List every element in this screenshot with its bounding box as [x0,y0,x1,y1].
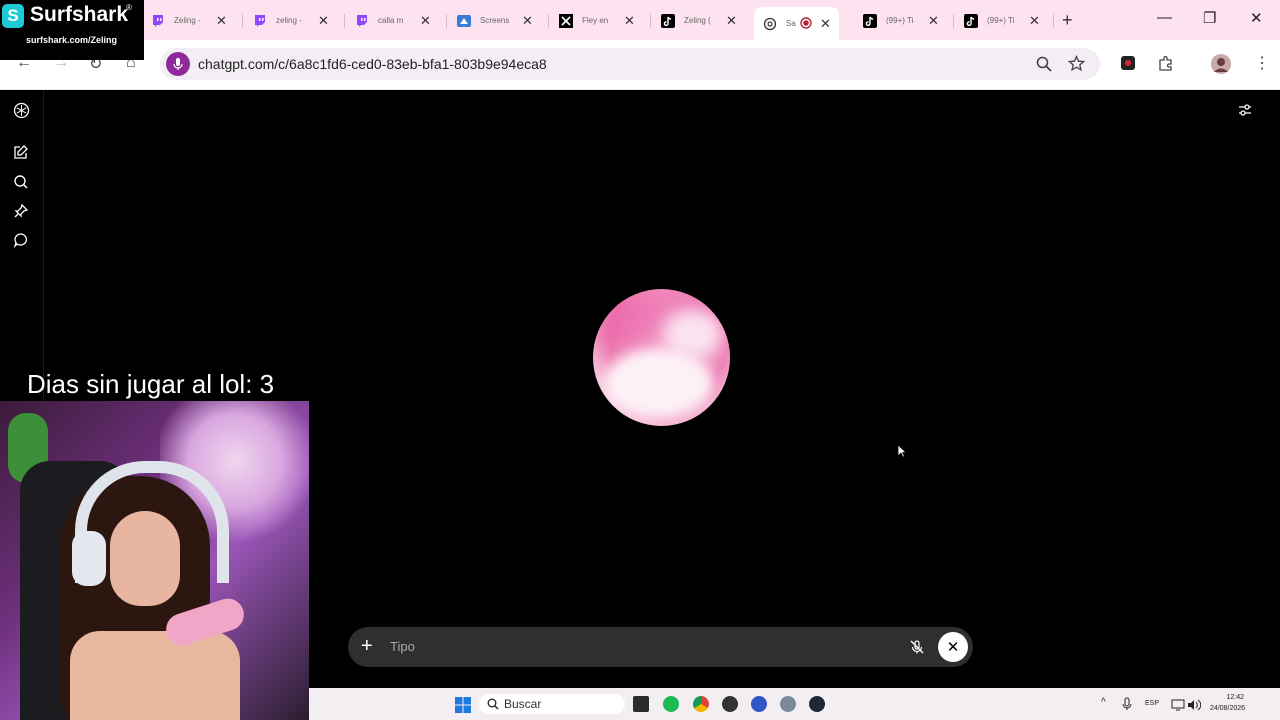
surfshark-logo-icon: S [2,4,24,28]
voice-orb [593,289,730,426]
close-icon[interactable]: ✕ [624,13,635,29]
browser-toolbar: ← → ↻ ⌂ chatgpt.com/c/6a8c1fd6-ced0-83eb… [0,40,1280,90]
tab-title: (99+) Ti [886,16,914,25]
chatgpt-icon [762,16,778,32]
spotify-icon[interactable] [663,696,679,712]
surfshark-overlay: S Surfshark ® surfshark.com/Zeling [0,0,144,60]
recording-icon [800,16,812,31]
tab-strip: Zeling - ✕ zeling - ✕ calla m ✕ Screens … [0,0,1280,40]
voice-settings-icon[interactable] [1237,102,1253,123]
tab-separator [548,14,549,28]
tiktok-icon [963,13,979,29]
taskbar-search[interactable]: Buscar [479,694,625,714]
stream-counter-text: Dias sin jugar al lol: 3 [27,369,275,399]
tab-1[interactable]: zeling - ✕ [252,7,329,34]
voice-input-bar: + Tipo ✕ [348,627,973,667]
tab-2[interactable]: calla m ✕ [354,7,431,34]
close-icon[interactable]: ✕ [216,13,227,29]
tab-7[interactable]: (99+) Ti ✕ [862,7,939,34]
clock-date: 24/08/2026 [1210,705,1246,712]
address-bar[interactable]: chatgpt.com/c/6a8c1fd6-ced0-83eb-bfa1-80… [160,48,1100,80]
new-tab-button[interactable]: + [1062,10,1073,31]
steam-icon[interactable] [809,696,825,712]
tab-4[interactable]: Fley en ✕ [558,7,635,34]
url-text: chatgpt.com/c/6a8c1fd6-ced0-83eb-bfa1-80… [198,56,547,72]
surfshark-url: surfshark.com/Zeling [26,35,118,45]
tab-title: Screens [480,16,510,25]
openai-logo-icon[interactable] [13,102,30,119]
mute-microphone-icon[interactable] [909,639,925,660]
twitch-icon [252,13,268,29]
microphone-icon[interactable] [166,52,190,76]
tab-8[interactable]: (99+) Ti ✕ [963,7,1040,34]
extensions-icon[interactable] [1157,55,1174,77]
search-label: Buscar [504,697,542,711]
chrome-icon[interactable] [693,696,709,712]
close-icon[interactable]: ✕ [928,13,939,29]
tab-title: Fley en [582,16,609,25]
new-chat-icon[interactable] [13,144,29,160]
search-icon [487,697,499,715]
zoom-icon[interactable] [1036,56,1052,77]
twitch-icon [354,13,370,29]
tab-title: Zeling ( [684,16,711,25]
restore-button[interactable]: ❐ [1203,9,1216,27]
extension-record-icon[interactable] [1120,55,1136,76]
tray-mic-icon[interactable] [1122,697,1132,716]
tray-chevron-icon[interactable]: ^ [1101,697,1106,708]
end-voice-button[interactable]: ✕ [938,632,968,662]
profile-avatar[interactable] [1210,53,1232,80]
tab-title: (99+) Ti [987,16,1015,25]
message-input[interactable]: Tipo [390,639,415,654]
close-icon[interactable]: ✕ [420,13,431,29]
tab-separator [242,14,243,28]
tab-title: Sa [786,19,796,28]
webcam-overlay [0,401,309,720]
windows-start-icon[interactable] [455,697,471,718]
mouse-cursor-icon [897,444,908,463]
tab-separator [1053,14,1054,28]
tab-5[interactable]: Zeling ( ✕ [660,7,737,34]
tab-separator [446,14,447,28]
tab-3[interactable]: Screens ✕ [456,7,533,34]
tab-0[interactable]: Zeling - ✕ [150,7,227,34]
network-icon[interactable] [1171,698,1185,716]
surfshark-registered: ® [126,3,132,12]
tab-separator [344,14,345,28]
pin-icon[interactable] [13,203,29,219]
close-icon[interactable]: ✕ [820,16,831,32]
surfshark-name: Surfshark [30,3,129,26]
tiktok-icon [862,13,878,29]
language-indicator[interactable]: ESP [1145,700,1159,707]
volume-icon[interactable] [1187,698,1202,716]
close-icon[interactable]: ✕ [1029,13,1040,29]
tab-separator [953,14,954,28]
search-icon[interactable] [13,174,29,190]
twitch-icon [150,13,166,29]
tab-title: calla m [378,16,404,25]
tab-separator [650,14,651,28]
tiktok-icon [660,13,676,29]
tab-title: Zeling - [174,16,201,25]
close-icon[interactable]: ✕ [318,13,329,29]
windows-taskbar: Buscar ^ ESP 12:42 24/08/2026 [309,688,1280,720]
screencast-icon [456,13,472,29]
close-icon[interactable]: ✕ [522,13,533,29]
close-icon[interactable]: ✕ [726,13,737,29]
window-close-button[interactable]: ✕ [1250,9,1263,27]
clock-time: 12:42 [1226,694,1244,701]
star-icon[interactable] [1067,54,1086,77]
add-attachment-button[interactable]: + [361,635,373,658]
edge-icon[interactable] [751,696,767,712]
obs-icon[interactable] [722,696,738,712]
settings-icon[interactable] [780,696,796,712]
task-view-icon[interactable] [633,696,649,712]
minimize-button[interactable]: — [1157,9,1172,26]
x-icon [558,13,574,29]
menu-icon[interactable]: ⋮ [1254,53,1270,73]
tab-6-active[interactable]: Sa ✕ [754,7,839,40]
chat-bubble-icon[interactable] [13,232,29,249]
tab-title: zeling - [276,16,302,25]
